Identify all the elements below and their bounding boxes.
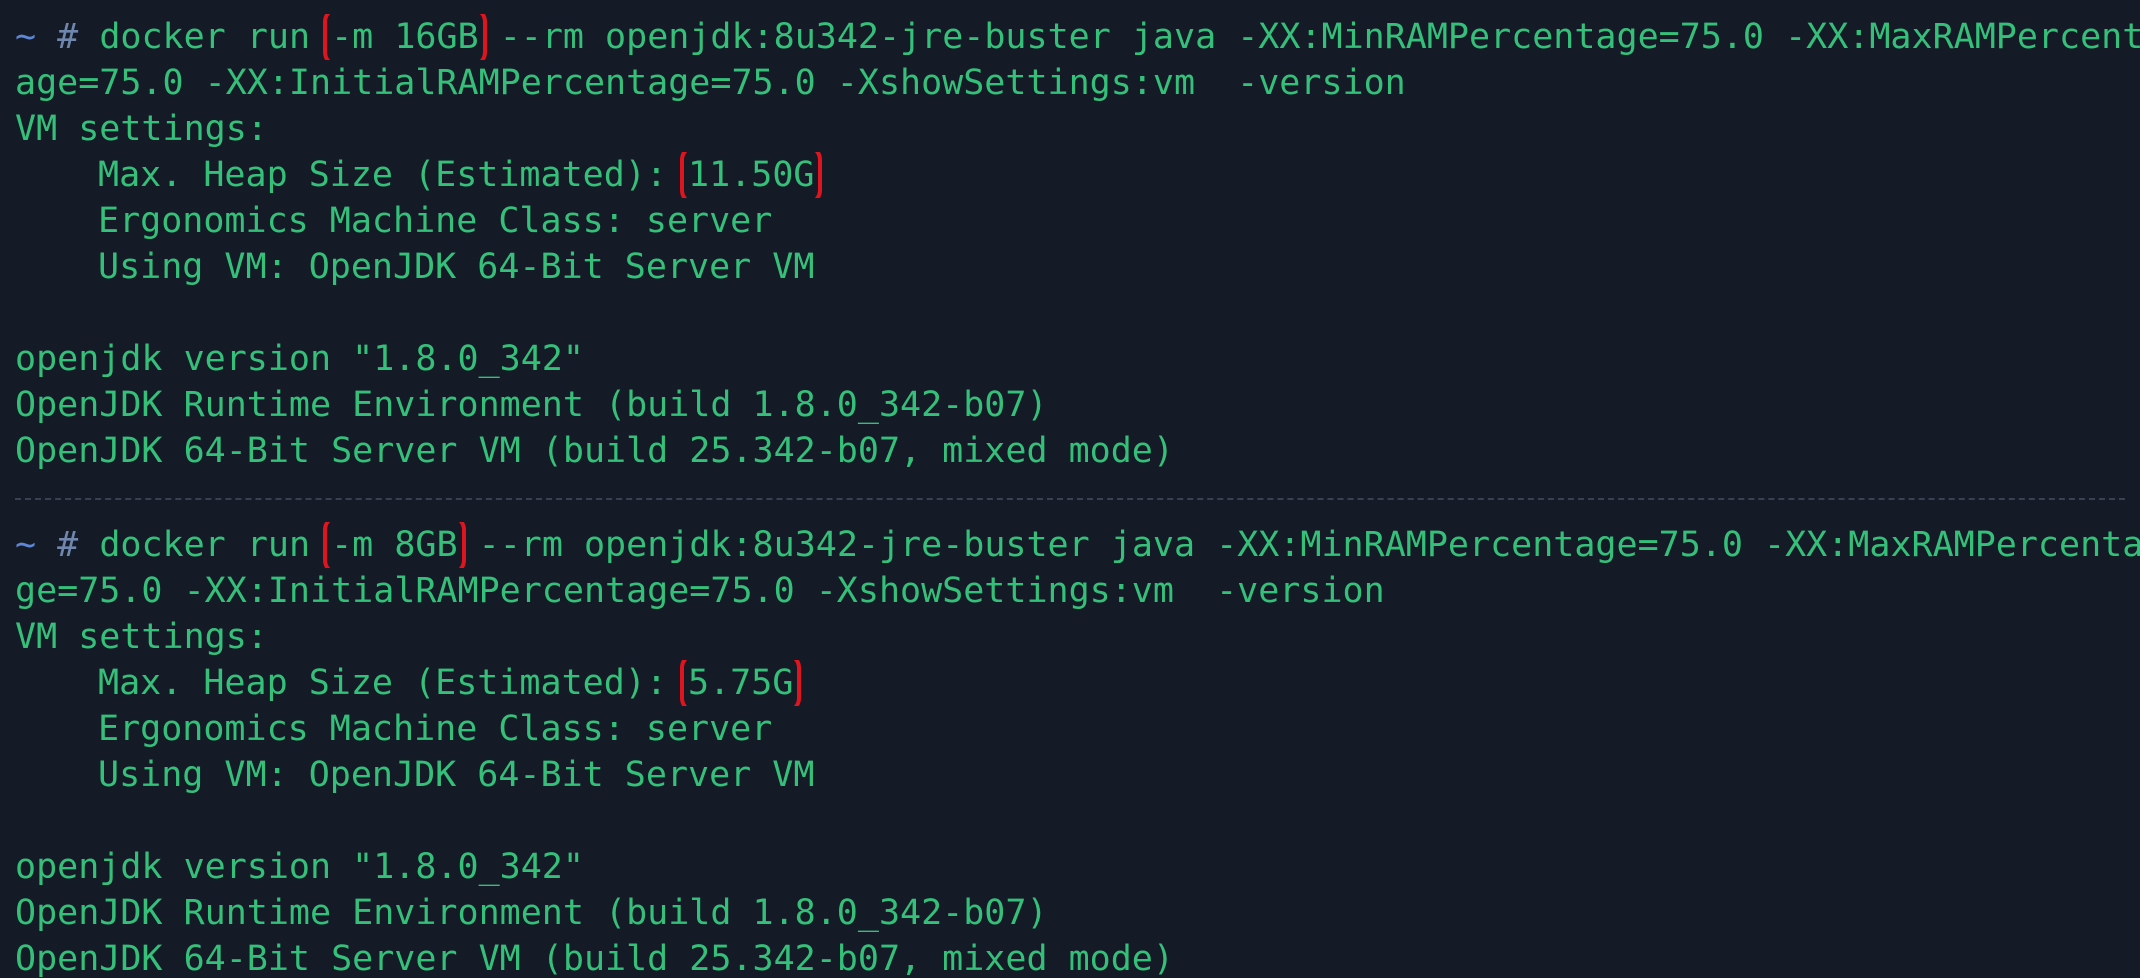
- command-prefix: docker run: [99, 17, 332, 57]
- vm-settings-header: VM settings:: [15, 617, 268, 657]
- command-line: ~ # docker run -m 8GB --rm openjdk:8u342…: [15, 522, 2140, 568]
- server-vm-line: OpenJDK 64-Bit Server VM (build 25.342-b…: [15, 939, 1174, 978]
- terminal-window[interactable]: ~ # docker run -m 16GB --rm openjdk:8u34…: [0, 0, 2140, 978]
- heap-size-line: Max. Heap Size (Estimated): 11.50G: [15, 152, 2140, 198]
- version-line: openjdk version "1.8.0_342": [15, 847, 584, 887]
- memory-flag-highlight: -m 16GB: [323, 14, 487, 60]
- heap-size-value-highlight: 5.75G: [680, 660, 802, 706]
- prompt-hash: #: [57, 17, 79, 57]
- prompt-tilde: ~: [15, 525, 37, 565]
- runtime-line: OpenJDK Runtime Environment (build 1.8.0…: [15, 893, 1048, 933]
- ergonomics-line: Ergonomics Machine Class: server: [98, 709, 773, 749]
- heap-size-label: Max. Heap Size (Estimated):: [98, 663, 667, 703]
- prompt-hash: #: [57, 525, 79, 565]
- runtime-line: OpenJDK Runtime Environment (build 1.8.0…: [15, 385, 1048, 425]
- vm-settings-header: VM settings:: [15, 109, 268, 149]
- heap-size-label: Max. Heap Size (Estimated):: [98, 155, 667, 195]
- using-vm-line: Using VM: OpenJDK 64-Bit Server VM: [98, 247, 815, 287]
- prompt-tilde: ~: [15, 17, 37, 57]
- command-rest: --rm openjdk:8u342-jre-buster java -XX:M…: [457, 525, 2140, 565]
- command-line: ~ # docker run -m 16GB --rm openjdk:8u34…: [15, 14, 2140, 60]
- command-wrap-line: ge=75.0 -XX:InitialRAMPercentage=75.0 -X…: [15, 571, 1385, 611]
- memory-flag-highlight: -m 8GB: [323, 522, 466, 568]
- command-wrap-line: age=75.0 -XX:InitialRAMPercentage=75.0 -…: [15, 63, 1406, 103]
- output-separator: [15, 474, 2140, 522]
- command-prefix: docker run: [99, 525, 332, 565]
- command-rest: --rm openjdk:8u342-jre-buster java -XX:M…: [478, 17, 2140, 57]
- server-vm-line: OpenJDK 64-Bit Server VM (build 25.342-b…: [15, 431, 1174, 471]
- version-line: openjdk version "1.8.0_342": [15, 339, 584, 379]
- using-vm-line: Using VM: OpenJDK 64-Bit Server VM: [98, 755, 815, 795]
- heap-size-line: Max. Heap Size (Estimated): 5.75G: [15, 660, 2140, 706]
- ergonomics-line: Ergonomics Machine Class: server: [98, 201, 773, 241]
- heap-size-value-highlight: 11.50G: [680, 152, 823, 198]
